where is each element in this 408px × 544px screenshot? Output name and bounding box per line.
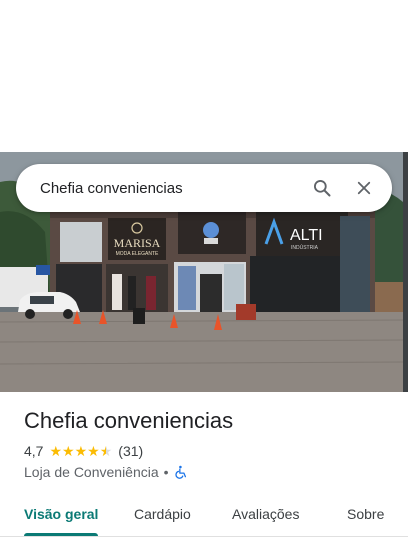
tabs-divider bbox=[0, 536, 408, 537]
place-tabs: Visão geral Cardápio Avaliações Sobre bbox=[0, 500, 408, 540]
tab-reviews[interactable]: Avaliações bbox=[232, 506, 299, 522]
close-icon[interactable] bbox=[352, 176, 376, 200]
sign-marisa-subtext: MODA ELEGANTE bbox=[116, 251, 159, 257]
separator-dot: • bbox=[163, 464, 169, 480]
star-icon: ★ bbox=[74, 443, 88, 459]
photo-scrollbar[interactable] bbox=[403, 152, 408, 392]
tab-about[interactable]: Sobre bbox=[347, 506, 384, 522]
star-icon: ★ bbox=[49, 443, 63, 459]
sign-alti-text: ALTI bbox=[290, 227, 323, 244]
wheelchair-icon bbox=[174, 465, 188, 479]
category-row: Loja de Conveniência • bbox=[24, 464, 188, 480]
rating-row[interactable]: 4,7 ★ ★ ★ ★ ★ (31) bbox=[24, 443, 143, 459]
star-icon: ★ bbox=[87, 443, 100, 459]
tab-menu[interactable]: Cardápio bbox=[134, 506, 191, 522]
tab-overview[interactable]: Visão geral bbox=[24, 506, 98, 522]
top-blank-area bbox=[0, 0, 408, 152]
sign-alti-subtext: INDÚSTRIA bbox=[291, 244, 319, 251]
search-bar[interactable]: Chefia conveniencias bbox=[16, 164, 392, 212]
rating-value: 4,7 bbox=[24, 443, 44, 459]
search-icon[interactable] bbox=[310, 176, 334, 200]
place-title: Chefia conveniencias bbox=[24, 408, 234, 433]
half-star-icon: ★ bbox=[99, 443, 113, 459]
place-category: Loja de Conveniência bbox=[24, 464, 159, 480]
review-count[interactable]: (31) bbox=[118, 443, 143, 459]
star-rating: ★ ★ ★ ★ ★ bbox=[49, 444, 112, 458]
search-input[interactable]: Chefia conveniencias bbox=[40, 180, 310, 197]
sign-marisa-text: MARISA bbox=[114, 236, 161, 250]
star-icon: ★ bbox=[62, 443, 75, 459]
